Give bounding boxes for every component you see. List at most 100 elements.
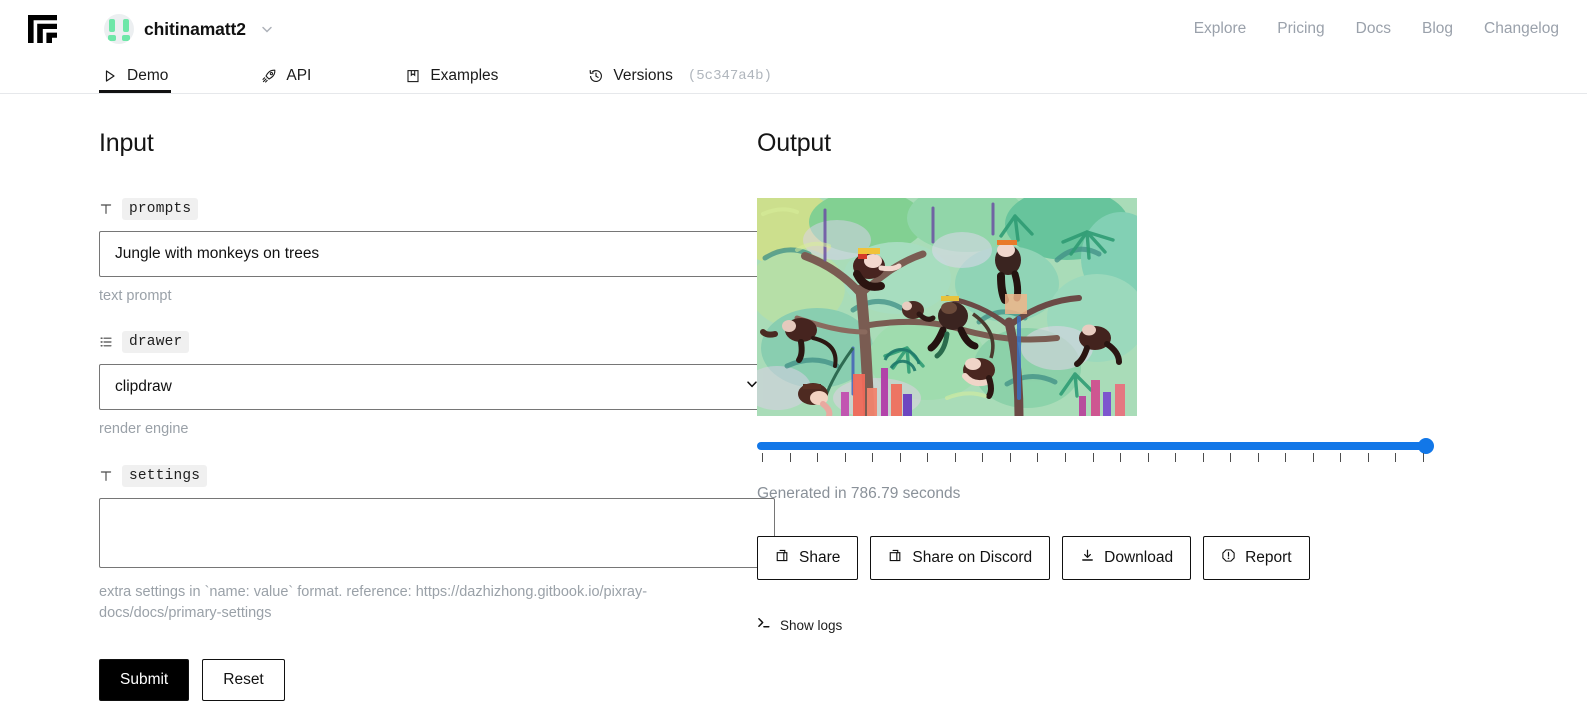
output-image[interactable] [757, 198, 1137, 416]
slider-tick [1202, 453, 1204, 462]
slider-thumb[interactable] [1418, 438, 1434, 454]
output-title: Output [757, 129, 831, 157]
account-menu[interactable]: chitinamatt2 [104, 14, 274, 44]
slider-tick [817, 453, 819, 462]
tab-versions-label: Versions [613, 66, 673, 84]
tab-examples[interactable]: Examples [402, 58, 501, 93]
output-frame-slider[interactable] [757, 438, 1434, 463]
main-content: Input prompts text prompt [0, 94, 1587, 702]
book-icon [405, 68, 421, 84]
tab-demo[interactable]: Demo [99, 58, 172, 93]
slider-tick [1395, 453, 1397, 462]
report-button[interactable]: Report [1203, 536, 1310, 580]
download-button-label: Download [1104, 549, 1174, 566]
field-prompts: prompts text prompt [99, 198, 775, 307]
generation-time: Generated in 786.79 seconds [757, 485, 961, 502]
replicate-logo[interactable] [26, 12, 60, 46]
slider-ticks [757, 453, 1430, 463]
show-logs-toggle[interactable]: Show logs [757, 616, 1400, 634]
show-logs-label: Show logs [780, 617, 843, 633]
list-type-icon [99, 335, 113, 349]
field-drawer-name: drawer [122, 330, 190, 353]
history-clock-icon [588, 68, 604, 84]
drawer-help: render engine [99, 420, 189, 437]
field-settings-label-row: settings [99, 465, 700, 488]
slider-tick [1092, 453, 1094, 462]
reset-button[interactable]: Reset [202, 659, 285, 702]
download-button[interactable]: Download [1062, 536, 1192, 580]
share-on-discord-button-label: Share on Discord [912, 549, 1033, 566]
output-actions: Share Share on Discord Download Report [757, 536, 1400, 580]
input-title: Input [99, 129, 154, 157]
field-settings-name: settings [122, 465, 208, 488]
slider-tick [899, 453, 901, 462]
report-button-label: Report [1245, 549, 1292, 566]
slider-tick [1257, 453, 1259, 462]
prompts-help: text prompt [99, 288, 172, 304]
copy-icon [775, 548, 790, 568]
tab-demo-label: Demo [127, 66, 169, 84]
share-on-discord-button[interactable]: Share on Discord [870, 536, 1051, 580]
tab-examples-label: Examples [430, 66, 499, 84]
slider-tick [1175, 453, 1177, 462]
slider-tick [1147, 453, 1149, 462]
field-drawer-label-row: drawer [99, 330, 700, 353]
slider-tick [954, 453, 956, 462]
nav-link-changelog[interactable]: Changelog [1484, 20, 1559, 38]
text-type-icon [99, 202, 113, 216]
output-panel: Output Generated in 786.79 seconds Share… [700, 94, 1434, 701]
avatar [104, 14, 134, 44]
slider-tick [1423, 453, 1424, 462]
slider-tick [1009, 453, 1011, 462]
share-button[interactable]: Share [757, 536, 859, 580]
slider-tick [1037, 453, 1039, 462]
slider-tick [789, 453, 791, 462]
settings-textarea[interactable] [99, 498, 775, 569]
field-prompts-name: prompts [122, 198, 199, 220]
chevron-down-icon[interactable] [260, 22, 274, 36]
slider-tick [1340, 453, 1342, 462]
slider-tick [982, 453, 984, 462]
text-type-icon [99, 469, 113, 483]
tab-api-label: API [286, 66, 312, 84]
field-settings: settings extra settings in `name: value`… [99, 465, 775, 623]
slider-tick [872, 453, 874, 462]
nav-link-pricing[interactable]: Pricing [1277, 20, 1324, 38]
version-hash: (5c347a4b) [687, 67, 772, 84]
tab-bar: Demo API Examples Versions (5c347a4b) [0, 58, 1587, 94]
terminal-prompt-icon [757, 616, 772, 634]
slider-tick [1312, 453, 1314, 462]
prompts-input[interactable] [99, 231, 775, 277]
copy-icon [888, 548, 903, 568]
settings-help: extra settings in `name: value` format. … [99, 584, 648, 621]
play-triangle-icon [102, 68, 118, 84]
field-drawer: drawer clipdraw render engine [99, 330, 775, 440]
download-icon [1080, 548, 1095, 568]
submit-button[interactable]: Submit [99, 659, 190, 702]
share-button-label: Share [799, 549, 841, 566]
drawer-selected-value: clipdraw [115, 377, 172, 395]
slider-tick [1285, 453, 1287, 462]
input-panel: Input prompts text prompt [0, 94, 775, 702]
slider-tick [1230, 453, 1232, 462]
field-prompts-label-row: prompts [99, 198, 700, 220]
slider-track[interactable] [757, 438, 1434, 454]
slider-tick [1367, 453, 1369, 462]
nav-link-docs[interactable]: Docs [1356, 20, 1391, 38]
top-bar: chitinamatt2 Explore Pricing Docs Blog C… [0, 0, 1587, 58]
nav-link-blog[interactable]: Blog [1422, 20, 1453, 38]
account-name: chitinamatt2 [144, 18, 246, 39]
slider-tick [762, 453, 763, 462]
alert-octagon-icon [1221, 548, 1236, 568]
form-buttons: Submit Reset [99, 659, 700, 702]
drawer-select[interactable]: clipdraw [99, 363, 775, 410]
tab-versions[interactable]: Versions (5c347a4b) [585, 58, 774, 93]
nav-link-explore[interactable]: Explore [1194, 20, 1247, 38]
tab-api[interactable]: API [258, 58, 314, 93]
slider-tick [1120, 453, 1122, 462]
slider-tick [927, 453, 929, 462]
slider-tick [844, 453, 846, 462]
slider-tick [1064, 453, 1066, 462]
rocket-icon [261, 68, 277, 84]
top-nav: Explore Pricing Docs Blog Changelog [1194, 20, 1559, 38]
